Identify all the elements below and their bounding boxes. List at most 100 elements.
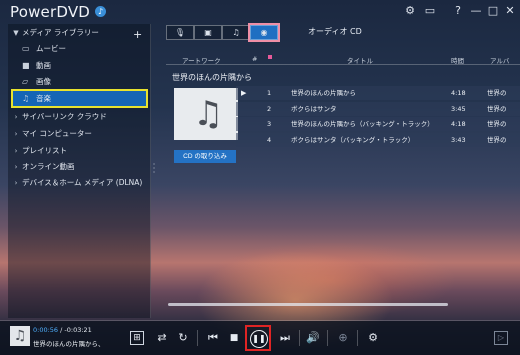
- music-note-icon: ♫: [193, 94, 224, 134]
- track-number: 1: [267, 89, 272, 97]
- playback-time: 0:00:56 / -0:03:21: [33, 326, 92, 334]
- sidebar-item-label: マイ コンピューター: [22, 129, 92, 138]
- control-divider: [327, 330, 328, 346]
- sidebar-item-playlists[interactable]: › プレイリスト: [10, 142, 67, 159]
- movie-icon: ▭: [22, 44, 30, 53]
- sidebar-item-label: 音楽: [36, 94, 51, 103]
- now-playing-thumbnail[interactable]: ♫: [10, 326, 30, 346]
- microphone-icon: 🎙: [174, 28, 186, 37]
- album-name: 世界のほんの片隅から: [172, 73, 252, 82]
- track-duration: 4:18: [451, 120, 466, 128]
- music-note-icon: ♫: [232, 28, 240, 37]
- control-divider: [357, 330, 358, 346]
- music-icon: ♫: [22, 94, 30, 103]
- sidebar-item-label: サイバーリンク クラウド: [22, 112, 107, 121]
- sidebar-item-label: オンライン動画: [22, 162, 75, 171]
- control-divider: [197, 330, 198, 346]
- album-artwork: ♫: [174, 88, 238, 140]
- remaining-time: / -0:03:21: [60, 326, 92, 334]
- sidebar-item-label: プレイリスト: [22, 146, 67, 155]
- volume-icon[interactable]: 🔊: [306, 331, 320, 345]
- track-list: ▶ 1 世界のほんの片隅から 4:18 世界の 2 ボクらはサンタ 3:45 世…: [236, 86, 520, 148]
- now-playing-icon: ▶: [241, 89, 247, 97]
- device-icon[interactable]: ▭: [424, 4, 436, 18]
- powerdvd-window: PowerDVD ♪ ⚙ ▭ ? — □ ✕ ▼ メディア ライブラリー + ▭ ム…: [0, 0, 520, 355]
- track-title: ボクらはサンタ: [291, 104, 337, 113]
- restore-button[interactable]: □: [487, 4, 499, 18]
- bell-icon[interactable]: ♪: [95, 6, 106, 17]
- sidebar-item-label: 動画: [36, 61, 51, 70]
- close-button[interactable]: ✕: [504, 4, 516, 18]
- title-bar: PowerDVD ♪ ⚙ ▭ ? — □ ✕: [0, 0, 520, 24]
- minimize-button[interactable]: —: [470, 4, 482, 18]
- sidebar-item-music[interactable]: ♫ 音楽: [22, 90, 51, 107]
- track-title: ボクらはサンタ（バッキング・トラック）: [291, 135, 415, 144]
- cd-import-button[interactable]: CD の取り込み: [174, 150, 236, 163]
- sort-marker-icon: [268, 55, 272, 59]
- track-album: 世界の: [487, 89, 507, 97]
- track-title: 世界のほんの片隅から（バッキング・トラック）: [291, 120, 434, 128]
- sidebar-item-cyberlink-cloud[interactable]: › サイバーリンク クラウド: [10, 108, 107, 125]
- track-duration: 3:45: [451, 104, 466, 113]
- tab-music[interactable]: ♫: [222, 25, 250, 40]
- track-duration: 3:43: [451, 135, 466, 144]
- repeat-icon[interactable]: ↻: [176, 331, 190, 345]
- pause-icon: ❚❚: [250, 330, 268, 348]
- pause-button[interactable]: ❚❚: [245, 325, 271, 351]
- header-divider: [166, 64, 520, 65]
- table-row[interactable]: 3 世界のほんの片隅から（バッキング・トラック） 4:18 世界の: [236, 117, 520, 131]
- sidebar-item-label: ムービー: [36, 44, 66, 53]
- sidebar-media-library[interactable]: ▼ メディア ライブラリー: [10, 24, 99, 41]
- panel-resize-handle[interactable]: · · ·: [152, 161, 156, 177]
- sidebar-item-photos[interactable]: ▱ 画像: [22, 73, 51, 90]
- disc-icon: ◉: [260, 28, 268, 37]
- track-album: 世界の: [487, 120, 507, 128]
- track-album: 世界の: [487, 104, 507, 113]
- chevron-right-icon: ›: [14, 113, 18, 121]
- sidebar-item-my-computer[interactable]: › マイ コンピューター: [10, 125, 92, 142]
- sidebar-item-movies[interactable]: ▭ ムービー: [22, 40, 66, 57]
- track-number: 4: [267, 135, 272, 144]
- stop-icon[interactable]: ■: [227, 331, 241, 345]
- tab-audio-cd[interactable]: ◉: [248, 23, 280, 42]
- track-album: 世界の: [487, 135, 507, 144]
- screen-mode-icon[interactable]: ▷: [494, 331, 508, 345]
- video-icon: ■: [22, 61, 30, 70]
- sidebar-item-label: メディア ライブラリー: [22, 28, 99, 37]
- page-title: オーディオ CD: [308, 27, 362, 36]
- chevron-right-icon: ›: [14, 130, 18, 138]
- app-title: PowerDVD: [10, 3, 91, 21]
- picture-icon: ▣: [204, 28, 212, 37]
- sidebar-item-label: 画像: [36, 77, 51, 86]
- settings-icon[interactable]: ⚙: [404, 4, 416, 18]
- table-row[interactable]: 2 ボクらはサンタ 3:45 世界の: [236, 101, 520, 116]
- now-playing-title: 世界のほんの片隅から、: [33, 340, 105, 348]
- tab-picture[interactable]: ▣: [194, 25, 222, 40]
- elapsed-time: 0:00:56: [33, 326, 59, 334]
- shuffle-icon[interactable]: ⇄: [155, 331, 169, 345]
- sidebar-item-online-videos[interactable]: › オンライン動画: [10, 158, 75, 175]
- add-icon[interactable]: +: [133, 28, 142, 41]
- sidebar-item-label: デバイス＆ホーム メディア (DLNA): [22, 178, 143, 187]
- player-settings-icon[interactable]: ⚙: [366, 331, 380, 345]
- track-number: 2: [267, 104, 272, 113]
- track-number: 3: [267, 120, 272, 128]
- previous-icon[interactable]: ⏮: [206, 331, 220, 345]
- table-row[interactable]: ▶ 1 世界のほんの片隅から 4:18 世界の: [236, 86, 520, 100]
- zoom-icon[interactable]: ⊕: [336, 331, 350, 345]
- tab-microphone[interactable]: 🎙: [166, 25, 194, 40]
- track-title: 世界のほんの片隅から: [291, 89, 356, 97]
- photo-icon: ▱: [22, 77, 29, 86]
- track-duration: 4:18: [451, 89, 466, 97]
- control-divider: [299, 330, 300, 346]
- horizontal-scrollbar[interactable]: [168, 303, 448, 306]
- column-number[interactable]: #: [252, 55, 257, 63]
- next-icon[interactable]: ⏭: [278, 331, 292, 345]
- scene-search-icon[interactable]: ⊞: [130, 331, 144, 345]
- sidebar-item-dlna[interactable]: › デバイス＆ホーム メディア (DLNA): [10, 174, 143, 191]
- help-icon[interactable]: ?: [452, 4, 464, 18]
- sidebar-item-videos[interactable]: ■ 動画: [22, 57, 51, 74]
- table-row[interactable]: 4 ボクらはサンタ（バッキング・トラック） 3:43 世界の: [236, 132, 520, 147]
- chevron-right-icon: ›: [14, 179, 18, 187]
- chevron-down-icon: ▼: [13, 29, 19, 37]
